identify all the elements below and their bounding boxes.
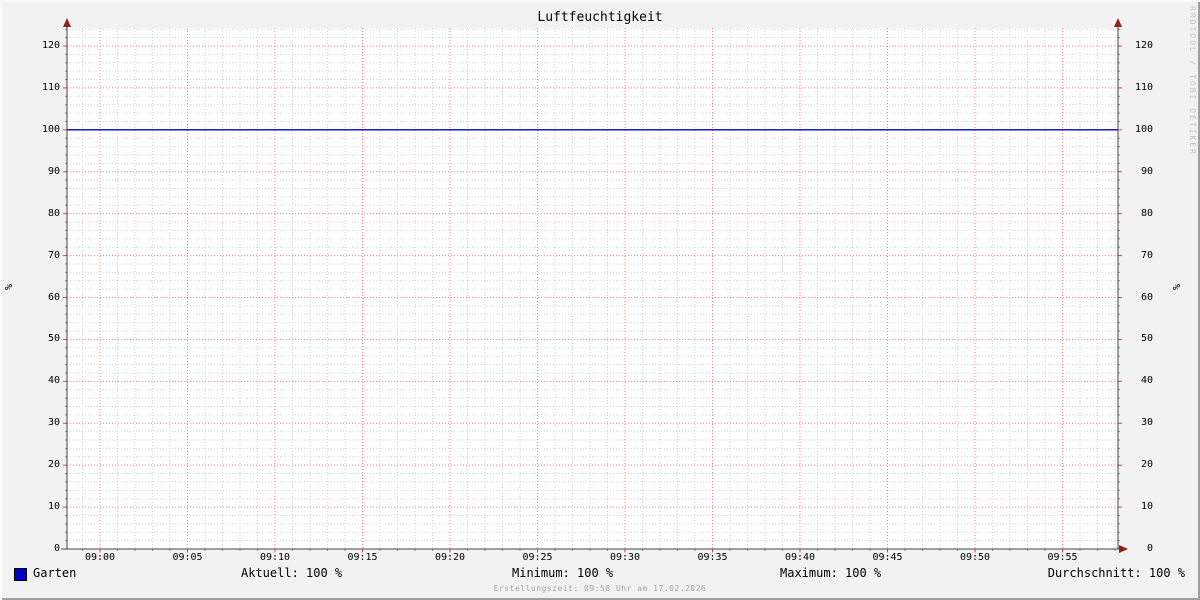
stat-minimum: Minimum: 100 % bbox=[512, 567, 613, 580]
series-legend-label: Garten bbox=[33, 567, 76, 580]
stat-durchschnitt: Durchschnitt: 100 % bbox=[1048, 567, 1185, 580]
stat-maximum: Maximum: 100 % bbox=[780, 567, 881, 580]
rrdtool-humidity-graph: Luftfeuchtigkeit RRDTOOL / TOBI OETIKER … bbox=[0, 0, 1200, 600]
series-color-swatch bbox=[14, 568, 27, 581]
stat-aktuell: Aktuell: 100 % bbox=[241, 567, 342, 580]
legend-row: Garten Aktuell: 100 % Minimum: 100 % Max… bbox=[0, 0, 1200, 600]
creation-time-note: Erstellungszeit: 09:58 Uhr am 17.02.2026 bbox=[0, 584, 1200, 593]
